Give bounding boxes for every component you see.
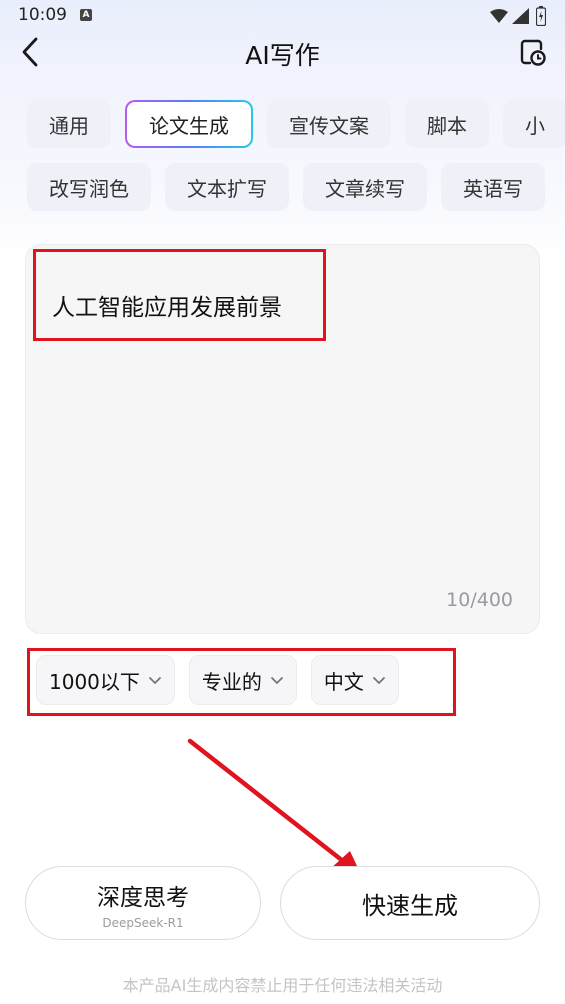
tab-row-2: 改写润色 文本扩写 文章续写 英语写 <box>27 163 545 211</box>
chevron-down-icon <box>270 675 284 685</box>
tab-row-1: 通用 论文生成 宣传文案 脚本 小 <box>27 100 565 148</box>
topic-input-text: 人工智能应用发展前景 <box>52 295 282 321</box>
options-row: 1000以下 专业的 中文 <box>36 655 399 705</box>
tab-more[interactable]: 小 <box>503 100 565 148</box>
deep-think-button[interactable]: 深度思考 DeepSeek-R1 <box>25 866 261 940</box>
language-select[interactable]: 中文 <box>310 655 399 705</box>
notification-a-icon: A <box>80 9 92 21</box>
history-button[interactable] <box>515 34 551 70</box>
deep-think-label: 深度思考 <box>97 885 189 911</box>
tab-paper-generation[interactable]: 论文生成 <box>125 100 253 148</box>
deep-think-model: DeepSeek-R1 <box>102 916 184 930</box>
wifi-icon <box>490 9 508 23</box>
header: AI写作 <box>0 32 565 72</box>
chevron-down-icon <box>148 675 162 685</box>
document-clock-icon <box>520 39 546 66</box>
battery-icon <box>536 6 546 26</box>
tab-rewrite[interactable]: 改写润色 <box>27 163 151 211</box>
category-tabs: 通用 论文生成 宣传文案 脚本 小 改写润色 文本扩写 文章续写 英语写 <box>0 90 565 220</box>
fast-generate-button[interactable]: 快速生成 <box>280 866 540 940</box>
tab-english-writing[interactable]: 英语写 <box>441 163 545 211</box>
disclaimer: 本产品AI生成内容禁止用于任何违法相关活动 <box>122 976 443 995</box>
word-count-value: 1000以下 <box>49 669 140 694</box>
tab-general[interactable]: 通用 <box>27 100 111 148</box>
page-title: AI写作 <box>245 41 320 70</box>
tab-script[interactable]: 脚本 <box>405 100 489 148</box>
tone-value: 专业的 <box>201 669 262 694</box>
status-time: 10:09 <box>18 5 67 25</box>
chevron-down-icon <box>372 675 386 685</box>
word-count-select[interactable]: 1000以下 <box>36 655 175 705</box>
topic-input[interactable]: 人工智能应用发展前景 10/400 <box>25 244 540 634</box>
tone-select[interactable]: 专业的 <box>188 655 297 705</box>
signal-icon <box>512 8 529 24</box>
tab-expand[interactable]: 文本扩写 <box>165 163 289 211</box>
tab-promo-copy[interactable]: 宣传文案 <box>267 100 391 148</box>
language-value: 中文 <box>323 669 364 694</box>
tab-continue[interactable]: 文章续写 <box>303 163 427 211</box>
status-bar: 10:09 A <box>0 0 565 32</box>
char-count: 10/400 <box>446 589 513 611</box>
